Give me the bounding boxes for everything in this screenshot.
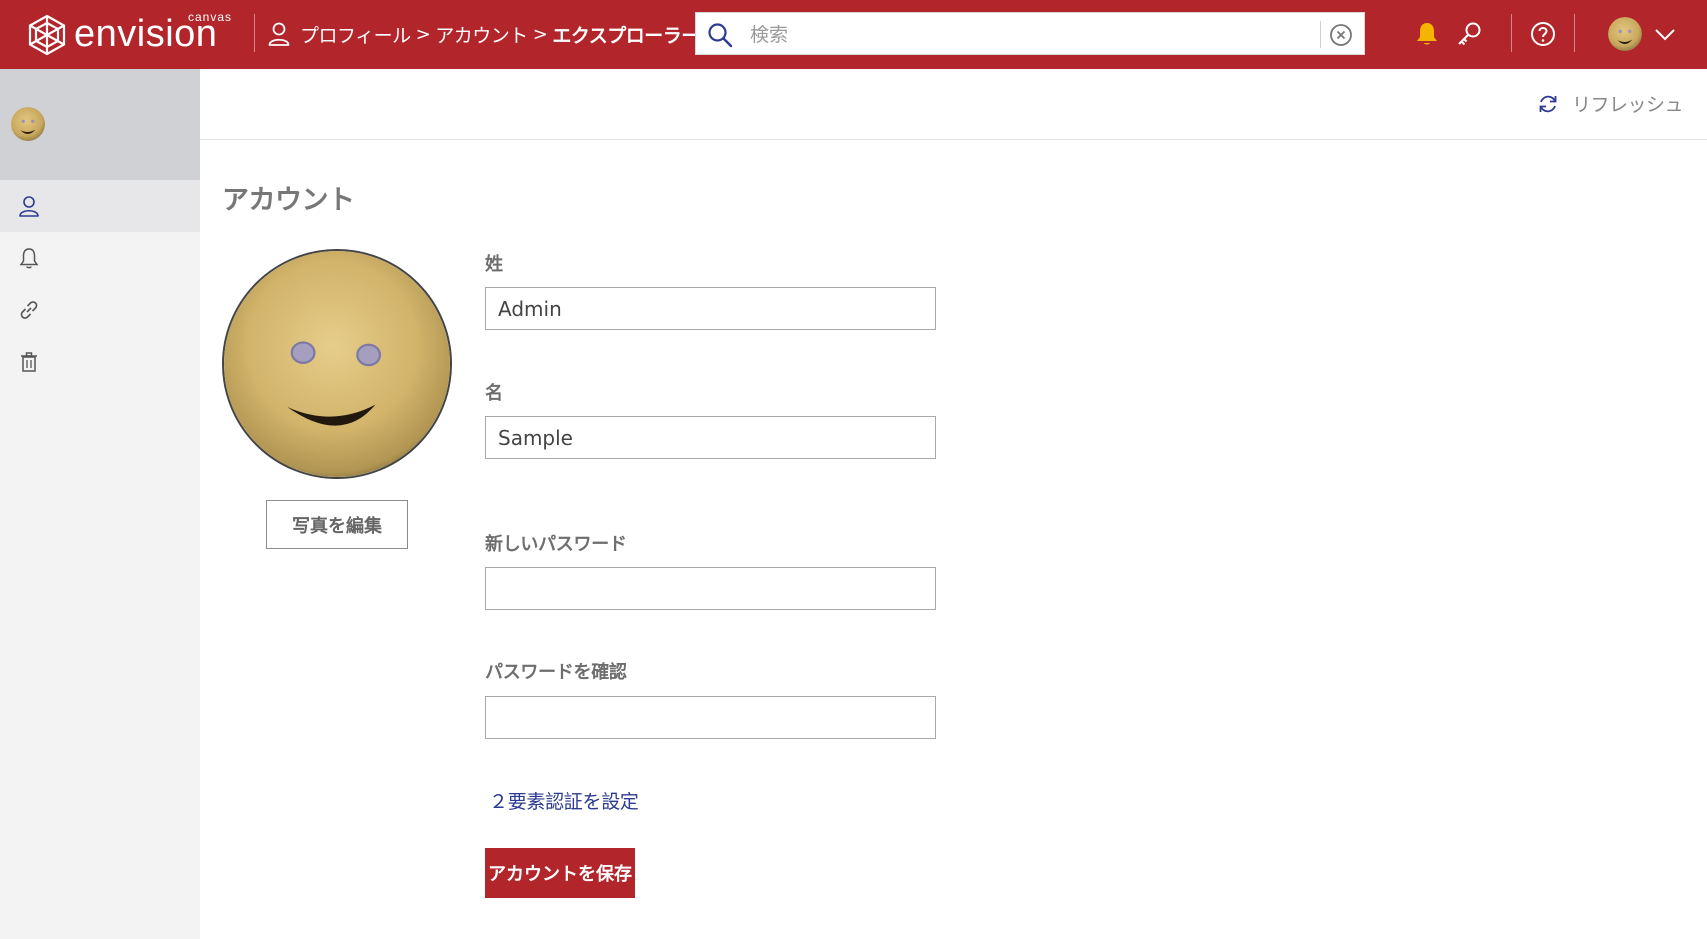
last-name-field[interactable] bbox=[485, 287, 936, 330]
breadcrumb: プロフィール > アカウント > エクスプローラー bbox=[268, 18, 700, 50]
envision-logo[interactable]: envision canvas bbox=[26, 10, 236, 56]
smiley-avatar-icon bbox=[1608, 17, 1642, 51]
sidebar-avatar[interactable] bbox=[11, 107, 45, 141]
breadcrumb-profile[interactable]: プロフィール bbox=[300, 21, 411, 48]
logo-mark-icon bbox=[28, 14, 66, 56]
sidebar-item-notifications[interactable] bbox=[0, 232, 200, 284]
user-avatar[interactable] bbox=[1608, 17, 1642, 51]
search-input[interactable] bbox=[748, 18, 1312, 51]
chevron-down-icon[interactable] bbox=[1653, 22, 1677, 46]
breadcrumb-account[interactable]: アカウント bbox=[435, 21, 528, 48]
first-name-label: 名 bbox=[485, 383, 503, 404]
search-divider bbox=[1320, 21, 1321, 48]
two-factor-setup-link[interactable]: ２要素認証を設定 bbox=[489, 787, 639, 814]
header-divider bbox=[1511, 14, 1512, 52]
first-name-field[interactable] bbox=[485, 416, 936, 459]
breadcrumb-separator: > bbox=[415, 23, 431, 45]
save-account-button[interactable]: アカウントを保存 bbox=[485, 848, 635, 898]
search-icon[interactable] bbox=[707, 22, 733, 48]
refresh-icon bbox=[1539, 95, 1557, 112]
edit-photo-button[interactable]: 写真を編集 bbox=[266, 500, 408, 549]
refresh-button[interactable]: リフレッシュ bbox=[1536, 90, 1684, 117]
user-icon bbox=[19, 196, 39, 217]
smiley-avatar-icon bbox=[11, 107, 45, 141]
sidebar-item-links[interactable] bbox=[0, 284, 200, 336]
top-bar: envision canvas プロフィール > アカウント > エクスプローラ… bbox=[0, 0, 1707, 69]
smiley-photo-icon bbox=[224, 251, 450, 477]
sidebar bbox=[0, 69, 200, 939]
breadcrumb-explorer[interactable]: エクスプローラー bbox=[552, 21, 700, 48]
sidebar-item-account[interactable] bbox=[0, 180, 200, 232]
header-divider bbox=[254, 14, 255, 52]
confirm-password-field[interactable] bbox=[485, 696, 936, 739]
profile-photo bbox=[222, 249, 452, 479]
search-box bbox=[695, 12, 1365, 55]
page-title: アカウント bbox=[222, 185, 355, 216]
trash-icon bbox=[21, 352, 37, 372]
refresh-label: リフレッシュ bbox=[1571, 94, 1684, 116]
bell-icon[interactable] bbox=[1413, 20, 1441, 48]
link-icon bbox=[20, 301, 38, 319]
confirm-password-label: パスワードを確認 bbox=[485, 662, 627, 683]
key-icon[interactable] bbox=[1455, 20, 1483, 48]
content-toolbar: リフレッシュ bbox=[200, 69, 1707, 140]
sidebar-item-trash[interactable] bbox=[0, 336, 200, 388]
new-password-field[interactable] bbox=[485, 567, 936, 610]
breadcrumb-separator: > bbox=[532, 23, 548, 45]
sidebar-header bbox=[0, 69, 200, 180]
header-divider bbox=[1574, 14, 1575, 52]
clear-search-icon[interactable] bbox=[1328, 22, 1354, 48]
help-icon[interactable] bbox=[1529, 20, 1557, 48]
last-name-label: 姓 bbox=[485, 254, 503, 275]
brand-subtitle: canvas bbox=[188, 10, 233, 24]
new-password-label: 新しいパスワード bbox=[485, 534, 627, 555]
user-icon bbox=[268, 22, 290, 46]
bell-icon bbox=[19, 248, 39, 269]
